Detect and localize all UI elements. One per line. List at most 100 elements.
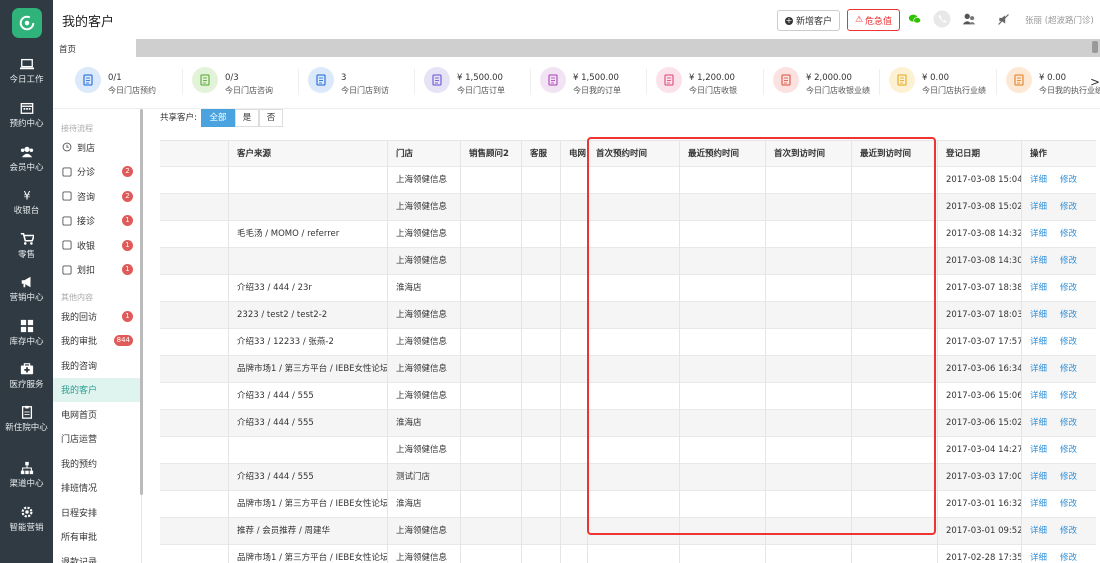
column-header[interactable]: 最近到访时间 — [851, 141, 937, 168]
tab-scrollbar[interactable] — [1092, 41, 1098, 53]
edit-link[interactable]: 修改 — [1060, 283, 1077, 293]
column-header[interactable]: 登记日期 — [937, 141, 1021, 168]
column-header[interactable]: 首次到访时间 — [765, 141, 851, 168]
sidebar-item-flow[interactable]: 接诊 1 — [53, 209, 141, 233]
detail-link[interactable]: 详细 — [1030, 553, 1047, 563]
edit-link[interactable]: 修改 — [1060, 391, 1077, 401]
rail-item-8[interactable]: 新住院中心 — [0, 405, 53, 434]
detail-link[interactable]: 详细 — [1030, 337, 1047, 347]
detail-link[interactable]: 详细 — [1030, 526, 1047, 536]
rail-item-10[interactable]: 智能营销 — [0, 505, 53, 534]
table-row[interactable]: 毛毛汤 / MOMO / referrer 上海领健信息 2017-03-08 14… — [160, 221, 1096, 248]
rail-item-2[interactable]: 会员中心 — [0, 145, 53, 174]
column-header[interactable]: 客服 — [521, 141, 560, 168]
tab-home[interactable]: 首页 — [53, 39, 136, 57]
sidebar-item-other[interactable]: 门店运营 — [53, 427, 141, 451]
stat-card[interactable]: 3 今日门店到访 — [308, 67, 416, 99]
edit-link[interactable]: 修改 — [1060, 499, 1077, 509]
table-row[interactable]: 品牌市场1 / 第三方平台 / IEBE女性论坛 上海领健信息 2017-02-28… — [160, 545, 1096, 563]
detail-link[interactable]: 详细 — [1030, 256, 1047, 266]
urgent-value-button[interactable]: ⚠ 危急值 — [847, 9, 900, 31]
table-row[interactable]: 推荐 / 会员推荐 / 周建华 上海领健信息 2017-03-01 09:52 详细 修… — [160, 518, 1096, 545]
table-row[interactable]: 上海领健信息 2017-03-04 14:27 详细 修改 — [160, 437, 1096, 464]
table-row[interactable]: 介绍33 / 444 / 555 测试门店 2017-03-03 17:00 详细 修改 — [160, 464, 1096, 491]
edit-link[interactable]: 修改 — [1060, 418, 1077, 428]
column-header[interactable] — [160, 141, 228, 168]
column-header[interactable]: 客户来源 — [228, 141, 387, 168]
rail-item-5[interactable]: 营销中心 — [0, 275, 53, 304]
table-row[interactable]: 2323 / test2 / test2-2 上海领健信息 2017-03-07 1… — [160, 302, 1096, 329]
user-name[interactable]: 张丽 (超波路门诊) — [1025, 14, 1094, 26]
stat-card[interactable]: ¥ 1,200.00 今日门店收银 — [656, 67, 764, 99]
edit-link[interactable]: 修改 — [1060, 310, 1077, 320]
sidebar-item-flow[interactable]: 咨询 2 — [53, 184, 141, 208]
detail-link[interactable]: 详细 — [1030, 175, 1047, 185]
rail-item-9[interactable]: 渠道中心 — [0, 461, 53, 490]
stat-card[interactable]: ¥ 0.00 今日我的执行业绩 — [1006, 67, 1100, 99]
detail-link[interactable]: 详细 — [1030, 364, 1047, 374]
detail-link[interactable]: 详细 — [1030, 472, 1047, 482]
sidebar-item-flow[interactable]: 到店 — [53, 135, 141, 159]
sidebar-item-other[interactable]: 我的客户 — [53, 377, 141, 402]
column-header[interactable]: 电网 — [560, 141, 587, 168]
table-row[interactable]: 品牌市场1 / 第三方平台 / IEBE女性论坛 上海领健信息 2017-03-06… — [160, 356, 1096, 383]
sidebar-item-flow[interactable]: 分诊 2 — [53, 160, 141, 184]
stat-card[interactable]: ¥ 0.00 今日门店执行业绩 — [889, 67, 997, 99]
table-row[interactable]: 介绍33 / 12233 / 张燕-2 上海领健信息 2017-03-07 17:5… — [160, 329, 1096, 356]
edit-link[interactable]: 修改 — [1060, 553, 1077, 563]
rail-item-1[interactable]: 预约中心 — [0, 101, 53, 130]
wechat-icon[interactable] — [906, 10, 924, 28]
detail-link[interactable]: 详细 — [1030, 391, 1047, 401]
filter-option-yes[interactable]: 是 — [235, 109, 259, 127]
detail-link[interactable]: 详细 — [1030, 202, 1047, 212]
table-row[interactable]: 介绍33 / 444 / 555 上海领健信息 2017-03-06 15:06 详细… — [160, 383, 1096, 410]
table-row[interactable]: 上海领健信息 2017-03-08 14:30 详细 修改 — [160, 248, 1096, 275]
stat-card[interactable]: ¥ 2,000.00 今日门店收银业绩 — [773, 67, 881, 99]
new-customer-button[interactable]: + 新增客户 — [777, 10, 840, 31]
detail-link[interactable]: 详细 — [1030, 283, 1047, 293]
table-row[interactable]: 上海领健信息 2017-03-08 15:02 详细 修改 — [160, 194, 1096, 221]
sidebar-item-other[interactable]: 我的回访 1 — [53, 304, 141, 328]
table-row[interactable]: 上海领健信息 2017-03-08 15:04 详细 修改 — [160, 167, 1096, 194]
detail-link[interactable]: 详细 — [1030, 499, 1047, 509]
stat-card[interactable]: ¥ 1,500.00 今日门店订单 — [424, 67, 532, 99]
edit-link[interactable]: 修改 — [1060, 202, 1077, 212]
edit-link[interactable]: 修改 — [1060, 472, 1077, 482]
edit-link[interactable]: 修改 — [1060, 445, 1077, 455]
edit-link[interactable]: 修改 — [1060, 175, 1077, 185]
sidebar-item-other[interactable]: 所有审批 — [53, 525, 141, 549]
rail-item-3[interactable]: ¥ 收银台 — [0, 188, 53, 217]
edit-link[interactable]: 修改 — [1060, 229, 1077, 239]
filter-option-all[interactable]: 全部 — [201, 109, 235, 127]
rail-item-4[interactable]: 零售 — [0, 232, 53, 261]
phone-icon[interactable] — [933, 10, 951, 28]
column-header[interactable]: 销售顾问2 — [460, 141, 521, 168]
stats-next-arrow[interactable]: > — [1090, 75, 1100, 89]
detail-link[interactable]: 详细 — [1030, 445, 1047, 455]
mute-icon[interactable] — [994, 10, 1012, 28]
sidebar-item-other[interactable]: 电网首页 — [53, 402, 141, 426]
detail-link[interactable]: 详细 — [1030, 229, 1047, 239]
edit-link[interactable]: 修改 — [1060, 526, 1077, 536]
edit-link[interactable]: 修改 — [1060, 364, 1077, 374]
table-row[interactable]: 介绍33 / 444 / 555 淮海店 2017-03-06 15:02 详细 修改 — [160, 410, 1096, 437]
stat-card[interactable]: 0/3 今日门店咨询 — [192, 67, 300, 99]
column-header[interactable]: 最近预约时间 — [679, 141, 765, 168]
filter-option-no[interactable]: 否 — [259, 109, 283, 127]
detail-link[interactable]: 详细 — [1030, 310, 1047, 320]
sidebar-item-other[interactable]: 我的审批 844 — [53, 329, 141, 353]
edit-link[interactable]: 修改 — [1060, 337, 1077, 347]
table-row[interactable]: 介绍33 / 444 / 23r 淮海店 2017-03-07 18:38 详细 修改 — [160, 275, 1096, 302]
app-logo[interactable] — [12, 8, 42, 38]
sidebar-scrollbar[interactable] — [140, 109, 143, 495]
column-header[interactable]: 操作 — [1021, 141, 1096, 168]
stat-card[interactable]: 0/1 今日门店预约 — [75, 67, 183, 99]
detail-link[interactable]: 详细 — [1030, 418, 1047, 428]
sidebar-item-other[interactable]: 退款记录 — [53, 549, 141, 563]
stat-card[interactable]: ¥ 1,500.00 今日我的订单 — [540, 67, 648, 99]
sidebar-item-other[interactable]: 日程安排 — [53, 500, 141, 524]
rail-item-0[interactable]: 今日工作 — [0, 57, 53, 86]
user-switch-icon[interactable] — [960, 10, 978, 28]
sidebar-item-other[interactable]: 排班情况 — [53, 476, 141, 500]
sidebar-item-flow[interactable]: 收银 1 — [53, 233, 141, 257]
